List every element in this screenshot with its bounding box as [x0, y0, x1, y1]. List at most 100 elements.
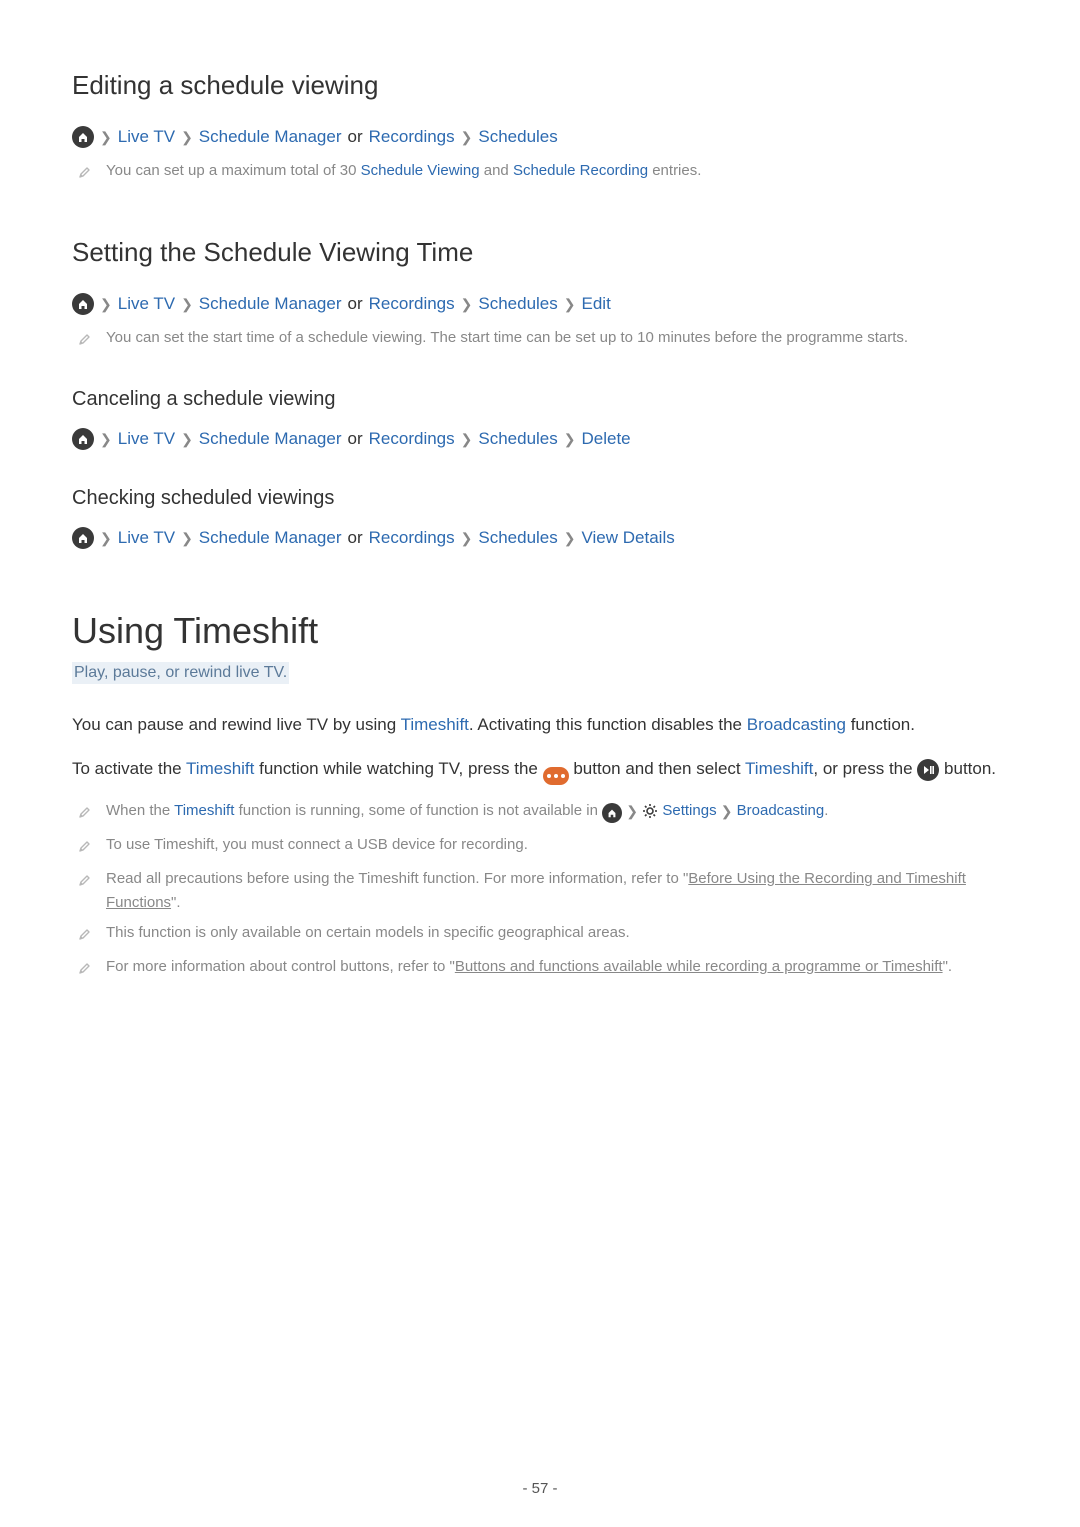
nav-recordings[interactable]: Recordings — [369, 290, 455, 318]
link-broadcasting[interactable]: Broadcasting — [747, 715, 846, 734]
chevron-right-icon: ❯ — [181, 123, 193, 151]
nav-live-tv[interactable]: Live TV — [118, 123, 175, 151]
link-timeshift[interactable]: Timeshift — [745, 759, 813, 778]
text-segment: ". — [171, 894, 181, 911]
text-or: or — [348, 524, 363, 552]
note-timeshift-4: This function is only available on certa… — [72, 921, 1008, 949]
text-segment: ". — [943, 958, 953, 975]
text-or: or — [348, 425, 363, 453]
gear-icon — [642, 803, 658, 827]
play-pause-icon — [917, 759, 939, 781]
chevron-right-icon: ❯ — [564, 524, 576, 552]
nav-schedule-manager[interactable]: Schedule Manager — [199, 524, 342, 552]
nav-live-tv[interactable]: Live TV — [118, 425, 175, 453]
home-icon — [72, 293, 94, 315]
chevron-right-icon: ❯ — [181, 290, 193, 318]
chevron-right-icon: ❯ — [461, 290, 473, 318]
note-setting: You can set the start time of a schedule… — [72, 326, 1008, 354]
pen-icon — [78, 871, 92, 895]
note-text: To use Timeshift, you must connect a USB… — [106, 833, 1008, 857]
pen-icon — [78, 163, 92, 187]
note-text: You can set the start time of a schedule… — [106, 326, 1008, 350]
text-segment: When the — [106, 802, 174, 819]
note-timeshift-3: Read all precautions before using the Ti… — [72, 867, 1008, 915]
text-segment: . Activating this function disables the — [469, 715, 747, 734]
text-segment: function is running, some of function is… — [234, 802, 602, 819]
home-icon — [72, 527, 94, 549]
nav-recordings[interactable]: Recordings — [369, 425, 455, 453]
pen-icon — [78, 330, 92, 354]
note-text-segment: and — [480, 162, 513, 179]
nav-live-tv[interactable]: Live TV — [118, 290, 175, 318]
nav-schedule-manager[interactable]: Schedule Manager — [199, 123, 342, 151]
link-timeshift[interactable]: Timeshift — [401, 715, 469, 734]
note-text: You can set up a maximum total of 30 Sch… — [106, 159, 1008, 183]
chevron-right-icon: ❯ — [564, 425, 576, 453]
breadcrumb-editing: ❯ Live TV ❯ Schedule Manager or Recordin… — [72, 123, 1008, 151]
chevron-right-icon: ❯ — [461, 123, 473, 151]
nav-broadcasting[interactable]: Broadcasting — [737, 802, 825, 819]
chevron-right-icon: ❯ — [721, 799, 733, 823]
chevron-right-icon: ❯ — [181, 524, 193, 552]
nav-view-details[interactable]: View Details — [582, 524, 675, 552]
chevron-right-icon: ❯ — [100, 425, 112, 453]
pen-icon — [78, 959, 92, 983]
chevron-right-icon: ❯ — [100, 123, 112, 151]
link-timeshift[interactable]: Timeshift — [186, 759, 254, 778]
pen-icon — [78, 837, 92, 861]
text-or: or — [348, 123, 363, 151]
text-segment: . — [824, 802, 828, 819]
text-segment: For more information about control butto… — [106, 958, 455, 975]
note-timeshift-5: For more information about control butto… — [72, 955, 1008, 983]
heading-canceling: Canceling a schedule viewing — [72, 388, 1008, 411]
text-segment: To activate the — [72, 759, 186, 778]
nav-schedules[interactable]: Schedules — [478, 425, 557, 453]
heading-editing: Editing a schedule viewing — [72, 70, 1008, 101]
link-buttons-functions[interactable]: Buttons and functions available while re… — [455, 958, 943, 975]
subtitle-timeshift: Play, pause, or rewind live TV. — [72, 662, 289, 684]
note-editing: You can set up a maximum total of 30 Sch… — [72, 159, 1008, 187]
note-text: This function is only available on certa… — [106, 921, 1008, 945]
text-segment: button and then select — [569, 759, 745, 778]
breadcrumb-canceling: ❯ Live TV ❯ Schedule Manager or Recordin… — [72, 425, 1008, 453]
nav-recordings[interactable]: Recordings — [369, 524, 455, 552]
nav-schedule-manager[interactable]: Schedule Manager — [199, 290, 342, 318]
nav-schedules[interactable]: Schedules — [478, 123, 557, 151]
nav-schedules[interactable]: Schedules — [478, 524, 557, 552]
nav-schedule-manager[interactable]: Schedule Manager — [199, 425, 342, 453]
nav-settings[interactable]: Settings — [662, 802, 716, 819]
chevron-right-icon: ❯ — [626, 799, 638, 823]
nav-schedules[interactable]: Schedules — [478, 290, 557, 318]
nav-live-tv[interactable]: Live TV — [118, 524, 175, 552]
note-timeshift-1: When the Timeshift function is running, … — [72, 799, 1008, 827]
nav-delete[interactable]: Delete — [582, 425, 631, 453]
link-timeshift[interactable]: Timeshift — [174, 802, 234, 819]
link-schedule-viewing[interactable]: Schedule Viewing — [361, 162, 480, 179]
note-text-segment: entries. — [648, 162, 701, 179]
breadcrumb-setting: ❯ Live TV ❯ Schedule Manager or Recordin… — [72, 290, 1008, 318]
chevron-right-icon: ❯ — [461, 425, 473, 453]
note-text: Read all precautions before using the Ti… — [106, 867, 1008, 915]
nav-recordings[interactable]: Recordings — [369, 123, 455, 151]
pen-icon — [78, 803, 92, 827]
page-number: - 57 - — [0, 1480, 1080, 1497]
note-timeshift-2: To use Timeshift, you must connect a USB… — [72, 833, 1008, 861]
note-text-segment: You can set up a maximum total of 30 — [106, 162, 361, 179]
heading-setting: Setting the Schedule Viewing Time — [72, 237, 1008, 268]
heading-checking: Checking scheduled viewings — [72, 487, 1008, 510]
paragraph-timeshift-2: To activate the Timeshift function while… — [72, 754, 1008, 785]
text-segment: function while watching TV, press the — [254, 759, 542, 778]
home-icon — [72, 428, 94, 450]
text-segment: Read all precautions before using the Ti… — [106, 870, 688, 887]
pen-icon — [78, 925, 92, 949]
text-or: or — [348, 290, 363, 318]
chevron-right-icon: ❯ — [564, 290, 576, 318]
breadcrumb-checking: ❯ Live TV ❯ Schedule Manager or Recordin… — [72, 524, 1008, 552]
nav-edit[interactable]: Edit — [582, 290, 611, 318]
text-segment: button. — [939, 759, 996, 778]
link-schedule-recording[interactable]: Schedule Recording — [513, 162, 648, 179]
text-segment: function. — [846, 715, 915, 734]
chevron-right-icon: ❯ — [100, 524, 112, 552]
home-icon — [602, 803, 622, 823]
chevron-right-icon: ❯ — [181, 425, 193, 453]
